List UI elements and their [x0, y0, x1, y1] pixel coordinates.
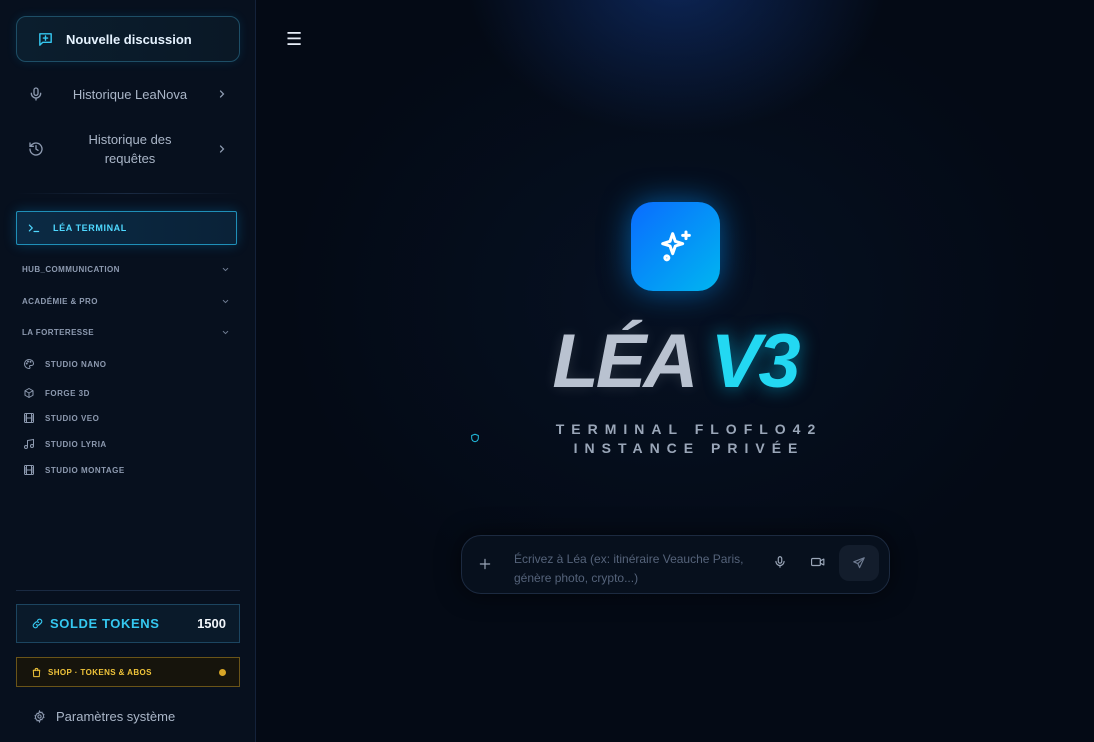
music-icon	[24, 438, 34, 449]
system-settings-label: Paramètres système	[56, 709, 176, 724]
studio-label: STUDIO MONTAGE	[45, 465, 125, 475]
cube-icon	[24, 388, 34, 398]
subtitle-row: TERMINAL FLOFLO42 INSTANCE PRIVÉE	[470, 420, 890, 458]
menu-toggle-button[interactable]: ☰	[286, 30, 302, 48]
shopping-bag-icon	[32, 667, 41, 677]
chevron-down-icon	[222, 267, 229, 272]
main-panel: ☰ LÉA V3 TERMINAL FLOFLO42 INSTANCE PRIV…	[256, 0, 1094, 742]
shop-label: SHOP · TOKENS & ABOS	[48, 667, 152, 677]
sidebar-item-studio-veo[interactable]: STUDIO VEO	[23, 412, 99, 424]
mic-icon	[30, 87, 42, 101]
section-label: ACADÉMIE & PRO	[22, 297, 98, 306]
send-button[interactable]	[839, 545, 879, 581]
page-title: LÉA V3	[256, 320, 1094, 404]
sidebar-item-forge-3d[interactable]: FORGE 3D	[23, 387, 90, 399]
sparkles-icon	[660, 230, 691, 261]
message-plus-icon	[39, 32, 52, 46]
sidebar-divider	[16, 590, 240, 591]
chevron-right-icon	[219, 90, 225, 98]
mic-icon[interactable]	[773, 555, 787, 569]
film-icon	[24, 465, 34, 475]
sidebar-item-lea-terminal[interactable]: LÉA TERMINAL	[16, 211, 237, 245]
section-la-forteresse[interactable]: LA FORTERESSE	[22, 328, 230, 337]
palette-icon	[24, 358, 35, 370]
nav-request-history[interactable]: Historique des requêtes	[28, 130, 228, 168]
subtitle: TERMINAL FLOFLO42 INSTANCE PRIVÉE	[555, 421, 823, 456]
sidebar: Nouvelle discussion Historique LeaNova H…	[0, 0, 256, 742]
shop-button[interactable]: SHOP · TOKENS & ABOS	[16, 657, 240, 687]
new-chat-label: Nouvelle discussion	[66, 31, 192, 47]
plus-icon[interactable]	[478, 557, 492, 571]
chevron-down-icon	[222, 299, 229, 304]
nav-request-history-label: Historique des requêtes	[88, 132, 172, 166]
studio-label: STUDIO LYRIA	[45, 439, 107, 449]
section-label: HUB_COMMUNICATION	[22, 265, 120, 274]
shop-status-dot	[219, 668, 226, 676]
link-icon	[32, 618, 43, 629]
terminal-icon	[28, 224, 40, 233]
lea-terminal-label: LÉA TERMINAL	[53, 223, 127, 233]
sidebar-item-studio-nano[interactable]: STUDIO NANO	[23, 358, 107, 370]
section-hub-communication[interactable]: HUB_COMMUNICATION	[22, 265, 230, 274]
section-academie-pro[interactable]: ACADÉMIE & PRO	[22, 297, 230, 306]
studio-label: FORGE 3D	[45, 388, 90, 398]
video-camera-icon[interactable]	[810, 555, 826, 569]
chevron-right-icon	[219, 145, 225, 153]
sparkles-logo	[631, 202, 720, 291]
token-balance-label: SOLDE TOKENS	[50, 616, 160, 631]
sidebar-item-studio-montage[interactable]: STUDIO MONTAGE	[23, 464, 125, 476]
chevron-down-icon	[222, 330, 229, 335]
sidebar-item-studio-lyria[interactable]: STUDIO LYRIA	[23, 438, 107, 450]
nav-history-leanova[interactable]: Historique LeaNova	[28, 84, 228, 104]
studio-label: STUDIO NANO	[45, 359, 107, 369]
nav-history-leanova-label: Historique LeaNova	[72, 86, 188, 102]
title-version: V3	[710, 319, 801, 404]
title-lea: LÉA	[552, 319, 711, 404]
message-input[interactable]	[514, 550, 754, 588]
section-label: LA FORTERESSE	[22, 328, 95, 337]
sidebar-divider	[16, 193, 240, 194]
shield-icon	[471, 433, 479, 443]
film-icon	[24, 413, 34, 423]
token-balance[interactable]: SOLDE TOKENS 1500	[16, 604, 240, 643]
history-icon	[29, 142, 43, 156]
token-balance-value: 1500	[197, 616, 226, 631]
gear-icon	[34, 710, 45, 723]
chat-composer	[461, 535, 890, 594]
system-settings-button[interactable]: Paramètres système	[33, 709, 175, 724]
send-icon	[853, 557, 865, 569]
new-chat-button[interactable]: Nouvelle discussion	[16, 16, 240, 62]
studio-label: STUDIO VEO	[45, 413, 100, 423]
